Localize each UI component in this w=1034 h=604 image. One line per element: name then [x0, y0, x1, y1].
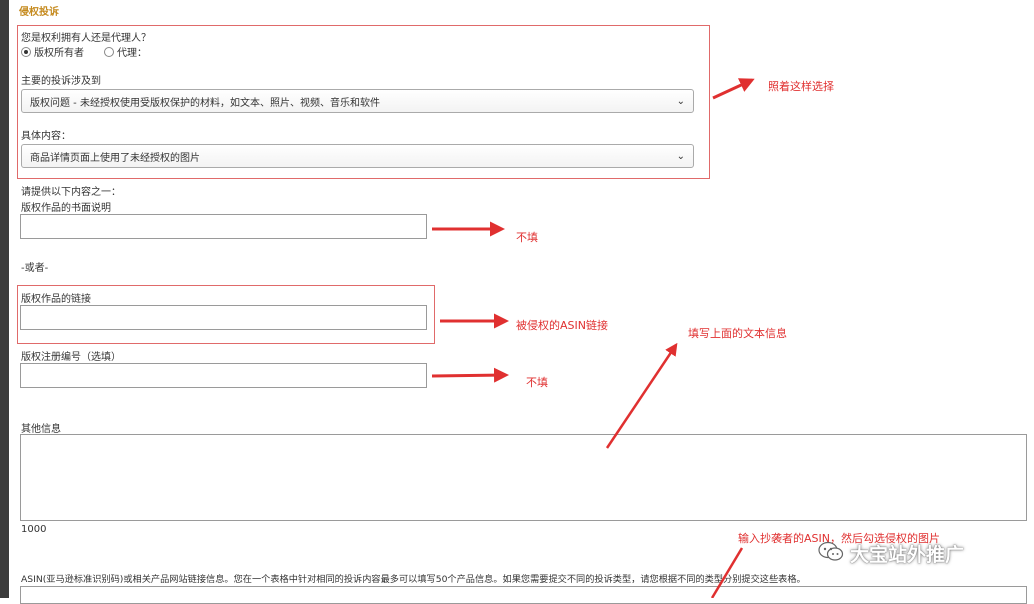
- annotation-arrows: [431, 78, 755, 598]
- wechat-icon: [818, 541, 844, 566]
- arrow-not-fill-2: [431, 367, 509, 383]
- arrow-enter-asin: [710, 547, 744, 598]
- arrow-choose: [712, 78, 755, 100]
- arrow-fill-text: [605, 342, 678, 449]
- watermark-text: 大宝站外推广: [850, 544, 965, 566]
